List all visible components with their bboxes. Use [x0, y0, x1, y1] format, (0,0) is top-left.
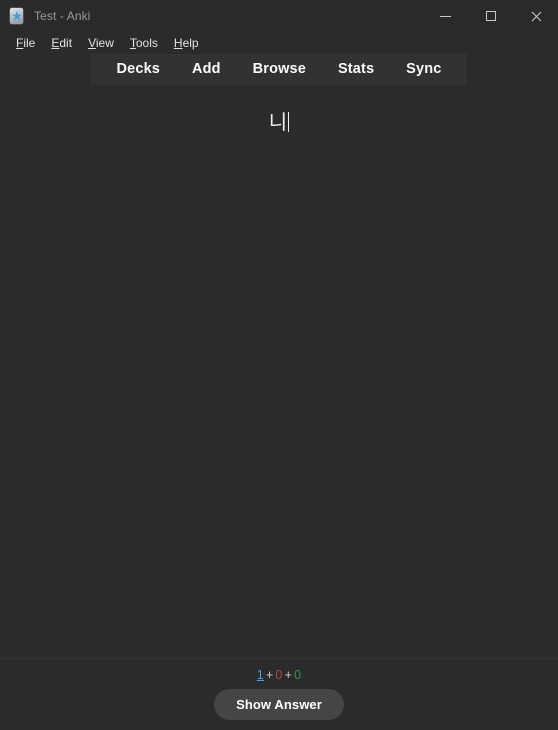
menu-item-help-rest: elp [182, 36, 199, 50]
count-separator-2: + [284, 668, 293, 682]
due-counts: 1 +0 +0 [257, 668, 301, 682]
count-review[interactable]: 0 [294, 668, 301, 682]
bottom-bar: 1 +0 +0 Show Answer [0, 658, 558, 730]
minimize-icon [440, 15, 451, 17]
menu-item-edit-rest: dit [59, 36, 73, 50]
close-button[interactable] [513, 0, 558, 32]
card-text: 니 [268, 110, 288, 134]
count-learning[interactable]: 0 [275, 668, 282, 682]
nav-item-add[interactable]: Add [176, 54, 237, 85]
reviewer-area[interactable]: 니 [0, 85, 558, 658]
nav-item-sync[interactable]: Sync [390, 54, 457, 85]
window-controls [423, 0, 558, 32]
menu-item-tools-rest: ools [135, 36, 158, 50]
text-caret [288, 112, 290, 132]
card-question-content: 니 [0, 85, 558, 135]
count-new[interactable]: 1 [257, 668, 264, 682]
title-bar: Test - Anki [0, 0, 558, 32]
top-nav-wrapper: Decks Add Browse Stats Sync [0, 54, 558, 85]
menu-item-help-accel: H [173, 36, 183, 50]
maximize-icon [485, 11, 496, 21]
menu-item-edit[interactable]: Edit [43, 34, 80, 52]
menu-item-help[interactable]: Help [166, 34, 207, 52]
show-answer-button[interactable]: Show Answer [214, 689, 344, 720]
nav-item-decks[interactable]: Decks [101, 54, 176, 85]
maximize-button[interactable] [468, 0, 513, 32]
anki-main-window: Test - Anki File Edit View Tools Help De… [0, 0, 558, 730]
menu-item-view-accel: V [88, 36, 96, 50]
minimize-button[interactable] [423, 0, 468, 32]
top-nav-bar: Decks Add Browse Stats Sync [90, 54, 468, 85]
window-title: Test - Anki [34, 9, 91, 23]
menu-item-file[interactable]: File [8, 34, 43, 52]
menu-bar: File Edit View Tools Help [0, 32, 558, 54]
nav-item-stats[interactable]: Stats [322, 54, 390, 85]
menu-item-view-rest: iew [95, 36, 114, 50]
menu-item-file-rest: ile [23, 36, 36, 50]
menu-item-view[interactable]: View [80, 34, 122, 52]
menu-item-tools[interactable]: Tools [122, 34, 166, 52]
close-icon [530, 11, 541, 22]
nav-item-browse[interactable]: Browse [237, 54, 322, 85]
anki-app-icon [9, 8, 25, 24]
count-separator-1: + [265, 668, 274, 682]
